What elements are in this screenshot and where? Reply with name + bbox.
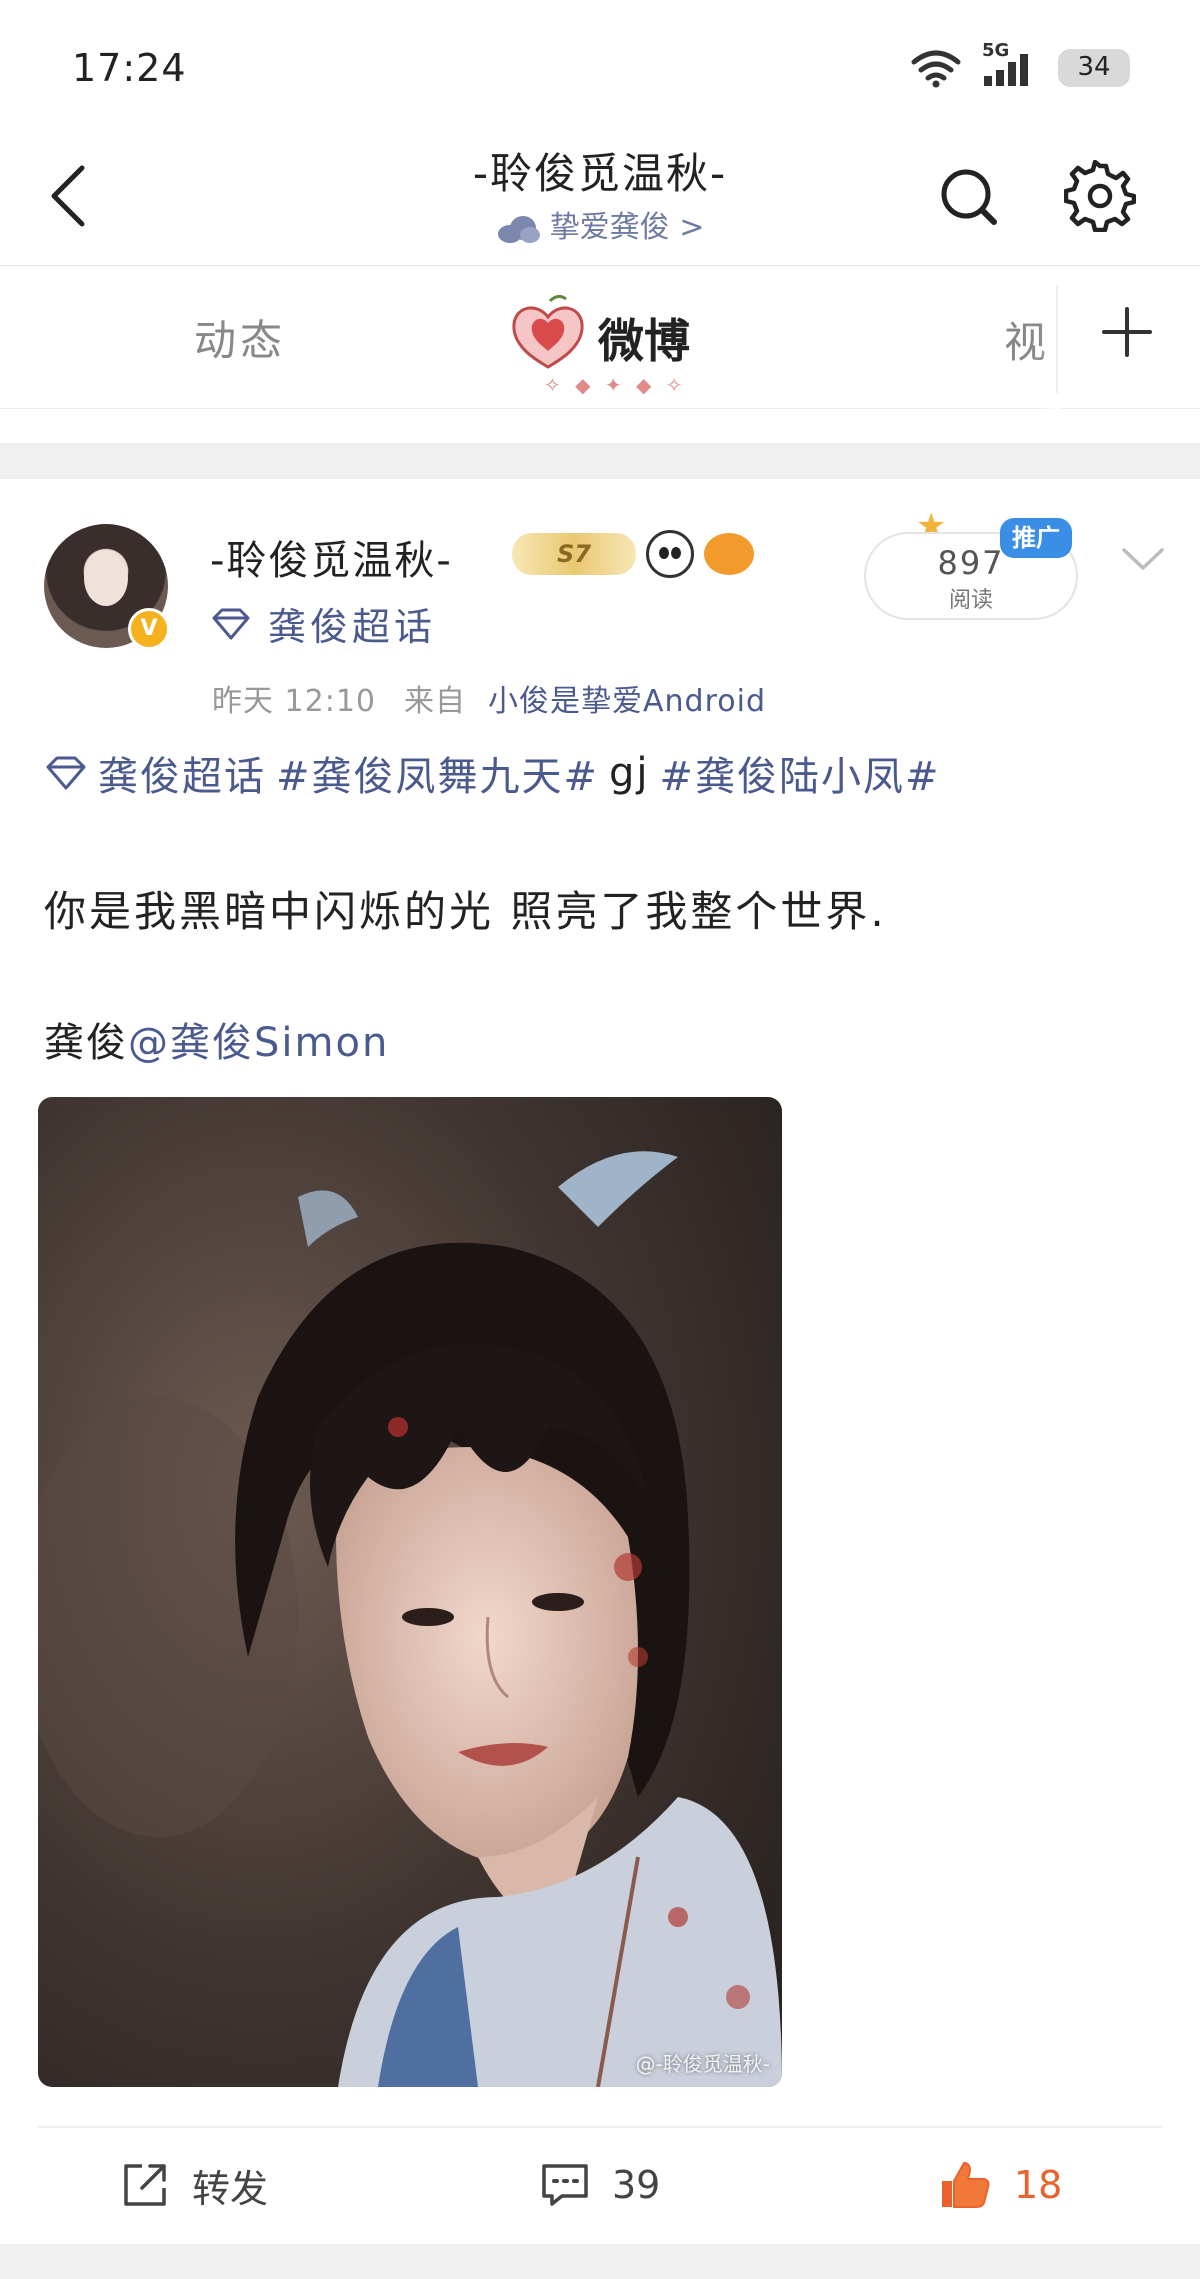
- post-source[interactable]: 小俊是挚爱Android: [488, 684, 766, 719]
- tab-bar: 动态 微博 ✧ ◆ ✦ ◆ ✧ 视: [0, 267, 1200, 409]
- plus-icon[interactable]: [1100, 305, 1154, 359]
- mention-line: 龚俊@龚俊Simon: [44, 1010, 389, 1068]
- search-icon[interactable]: [936, 160, 1000, 232]
- promo-badge[interactable]: 推广: [1000, 518, 1072, 558]
- mention-link[interactable]: @龚俊Simon: [128, 1020, 389, 1066]
- header-subtitle: 挚爱龚俊 >: [549, 210, 705, 245]
- comment-button[interactable]: 39: [540, 2150, 660, 2220]
- heart-apple-icon: [512, 294, 584, 369]
- post-image[interactable]: @-聆俊觅温秋-: [38, 1097, 782, 2087]
- tag-plain-text: gj: [609, 750, 650, 796]
- from-label: 来自: [404, 684, 466, 719]
- tab-active-decoration: ✧ ◆ ✦ ◆ ✧: [544, 373, 687, 397]
- repost-button[interactable]: 转发: [120, 2150, 268, 2220]
- like-button[interactable]: 18: [938, 2150, 1062, 2220]
- author-badges: S7: [512, 530, 754, 578]
- hashtag-1[interactable]: #龚俊凤舞九天#: [276, 744, 599, 802]
- thumbs-up-icon: [942, 2162, 990, 2208]
- bottom-divider: [0, 2244, 1200, 2279]
- cloud-icon: [497, 215, 540, 243]
- tab-dynamic[interactable]: 动态: [194, 307, 286, 368]
- diamond-icon: [46, 756, 86, 790]
- image-watermark: @-聆俊觅温秋-: [635, 2052, 770, 2076]
- post-text: 你是我黑暗中闪烁的光 照亮了我整个世界.: [44, 887, 887, 936]
- author-name[interactable]: -聆俊觅温秋-: [210, 528, 453, 586]
- verified-badge-icon: V: [128, 608, 170, 650]
- fish-icon: [704, 533, 754, 575]
- super-topic-label: 龚俊超话: [268, 605, 437, 649]
- read-label: 阅读: [948, 588, 993, 613]
- share-icon: [124, 2164, 166, 2206]
- panda-icon: [646, 530, 694, 578]
- battery-level: 34: [1077, 52, 1111, 82]
- page-title: -聆俊觅温秋-: [472, 149, 728, 198]
- post-meta: 昨天 12:10 来自 小俊是挚爱Android: [212, 676, 766, 720]
- header-subtitle-link[interactable]: 挚爱龚俊 >: [0, 202, 1200, 246]
- repost-label: 转发: [192, 2166, 269, 2211]
- like-count: 18: [1014, 2163, 1063, 2207]
- tab-weibo-label: 微博: [598, 314, 690, 368]
- hashtag-2[interactable]: #龚俊陆小凤#: [660, 744, 941, 802]
- mention-prefix: 龚俊: [44, 1020, 128, 1066]
- action-divider: [38, 2126, 1162, 2128]
- tab-weibo[interactable]: 微博 ✧ ◆ ✦ ◆ ✧: [506, 287, 706, 397]
- status-bar: 17:24 5G 34: [0, 0, 1200, 130]
- wifi-icon: [911, 50, 961, 88]
- top-nav: -聆俊觅温秋- 挚爱龚俊 >: [0, 130, 1200, 266]
- level-badge[interactable]: S7: [512, 533, 636, 575]
- chevron-down-icon[interactable]: [1118, 538, 1168, 578]
- diamond-icon: [212, 608, 250, 639]
- post-tags: 龚俊超话 #龚俊凤舞九天# gj #龚俊陆小凤#: [44, 744, 941, 802]
- status-icons: 5G 34: [910, 40, 1130, 88]
- status-time: 17:24: [72, 46, 187, 90]
- gear-icon[interactable]: [1064, 160, 1136, 232]
- tab-divider: [1056, 285, 1058, 393]
- battery-indicator: 34: [1058, 49, 1130, 87]
- super-topic-link[interactable]: 龚俊超话: [210, 596, 436, 651]
- section-divider: [0, 443, 1200, 479]
- post-time: 昨天 12:10: [212, 684, 376, 719]
- comment-icon: [542, 2164, 588, 2206]
- signal-icon: 5G: [980, 40, 1040, 88]
- comment-count: 39: [612, 2163, 661, 2207]
- tag-super-topic[interactable]: 龚俊超话: [98, 744, 266, 802]
- post-photo: [38, 1097, 782, 2087]
